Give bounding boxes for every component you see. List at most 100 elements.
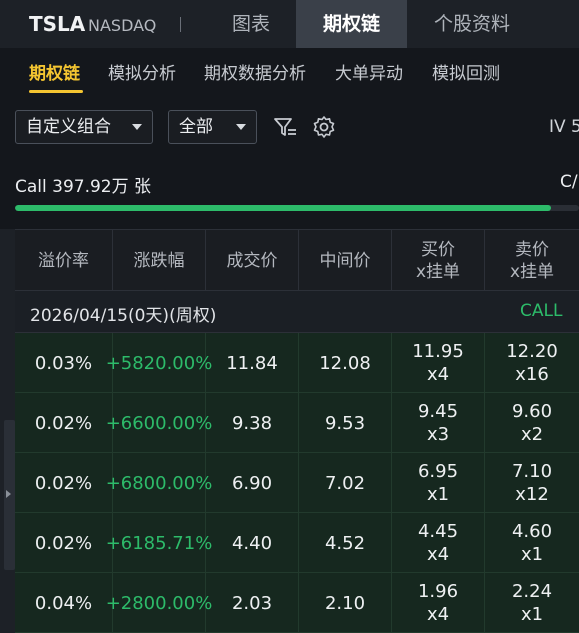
- cell-ask-value: 9.60: [511, 401, 553, 422]
- range-dropdown[interactable]: 全部: [168, 110, 257, 144]
- table-row[interactable]: 0.03% +5820.00% 11.84 12.08 11.95 x4 12.20 x16: [15, 333, 579, 393]
- header-premium[interactable]: 溢价率: [15, 230, 113, 292]
- subtab-option-chain[interactable]: 期权链: [29, 59, 80, 84]
- cell-premium[interactable]: 0.02%: [15, 513, 113, 573]
- cell-ask[interactable]: 9.60 x2: [485, 393, 579, 453]
- expiry-group-row[interactable]: 2026/04/15(0天)(周权) CALL: [15, 291, 579, 333]
- tab-company-info[interactable]: 个股资料: [407, 0, 537, 48]
- cell-last-price[interactable]: 9.38: [206, 393, 299, 453]
- cell-mid-price[interactable]: 2.10: [299, 573, 392, 633]
- filter-icon[interactable]: [272, 113, 298, 141]
- cell-ask-value: 7.10: [511, 461, 553, 482]
- subtab-backtest[interactable]: 模拟回测: [432, 59, 500, 84]
- cell-bid[interactable]: 6.95 x1: [392, 453, 485, 513]
- cell-change[interactable]: +2800.00%: [106, 573, 212, 633]
- cell-premium-value: 0.02%: [34, 412, 93, 434]
- cell-mid-price-value: 4.52: [324, 532, 366, 554]
- cell-ask[interactable]: 2.24 x1: [485, 573, 579, 633]
- header-change[interactable]: 涨跌幅: [113, 230, 206, 292]
- header-last-price[interactable]: 成交价: [206, 230, 299, 292]
- cell-bid-value: x4: [426, 604, 450, 625]
- header-ask[interactable]: 卖价 x挂单: [485, 230, 579, 292]
- tab-option-chain[interactable]: 期权链: [296, 0, 407, 48]
- ticker-symbol: TSLA: [29, 12, 86, 36]
- header-bid[interactable]: 买价 x挂单: [392, 230, 485, 292]
- gear-icon[interactable]: [311, 113, 337, 141]
- cell-premium[interactable]: 0.04%: [15, 573, 113, 633]
- call-volume-text: Call 397.92万 张: [15, 177, 152, 197]
- sub-navigation: 期权链 模拟分析 期权数据分析 大单异动 模拟回测: [0, 48, 579, 94]
- cell-ask-value: 12.20: [506, 341, 558, 362]
- cell-bid-value: x4: [426, 364, 450, 385]
- cell-change-value: +6600.00%: [105, 412, 213, 434]
- table-row[interactable]: 0.02% +6800.00% 6.90 7.02 6.95 x1 7.10 x12: [15, 453, 579, 513]
- cell-ask-value: x16: [515, 364, 549, 385]
- cell-premium[interactable]: 0.02%: [15, 453, 113, 513]
- cell-last-price[interactable]: 6.90: [206, 453, 299, 513]
- cell-bid-value: 6.95: [417, 461, 459, 482]
- cell-mid-price-value: 2.10: [324, 592, 366, 614]
- cell-ask-value: 2.24: [511, 581, 553, 602]
- cell-change[interactable]: +5820.00%: [106, 333, 212, 393]
- cell-mid-price[interactable]: 4.52: [299, 513, 392, 573]
- caret-down-icon: [132, 124, 142, 130]
- subtab-option-data[interactable]: 期权数据分析: [204, 59, 306, 84]
- cell-change[interactable]: +6185.71%: [106, 513, 212, 573]
- exchange-name: NASDAQ: [88, 16, 157, 35]
- table-row[interactable]: 0.04% +2800.00% 2.03 2.10 1.96 x4 2.24 x1: [15, 573, 579, 633]
- cell-change-value: +2800.00%: [105, 592, 213, 614]
- cell-mid-price[interactable]: 7.02: [299, 453, 392, 513]
- table-header: 溢价率 涨跌幅 成交价 中间价 买价 x挂单 卖价 x挂单: [15, 229, 579, 292]
- cell-premium[interactable]: 0.03%: [15, 333, 113, 393]
- cell-change[interactable]: +6800.00%: [106, 453, 212, 513]
- cell-change-value: +6185.71%: [105, 532, 213, 554]
- cell-premium-value: 0.03%: [34, 352, 93, 374]
- expand-arrow-icon[interactable]: [6, 490, 11, 498]
- cell-ask-value: x2: [520, 424, 544, 445]
- cell-bid[interactable]: 11.95 x4: [392, 333, 485, 393]
- option-chain-table: 溢价率 涨跌幅 成交价 中间价 买价 x挂单 卖价 x挂单 2026/04/15(0…: [15, 229, 579, 633]
- range-dropdown-value: 全部: [179, 117, 213, 137]
- caret-down-icon: [236, 124, 246, 130]
- iv-label: IV 5: [549, 117, 579, 137]
- cell-bid-value: x4: [426, 544, 450, 565]
- cell-change[interactable]: +6600.00%: [106, 393, 212, 453]
- table-row[interactable]: 0.02% +6185.71% 4.40 4.52 4.45 x4 4.60 x1: [15, 513, 579, 573]
- cell-mid-price-value: 7.02: [324, 472, 366, 494]
- cell-ask[interactable]: 12.20 x16: [485, 333, 579, 393]
- cell-premium[interactable]: 0.02%: [15, 393, 113, 453]
- top-header: TSLA NASDAQ 图表 期权链 个股资料: [0, 0, 579, 48]
- cell-last-price-value: 11.84: [226, 352, 278, 374]
- cell-premium-value: 0.02%: [34, 472, 93, 494]
- cell-bid[interactable]: 9.45 x3: [392, 393, 485, 453]
- cell-bid-value: x3: [426, 424, 450, 445]
- cell-bid[interactable]: 1.96 x4: [392, 573, 485, 633]
- expiry-date: 2026/04/15(0天)(周权): [30, 306, 217, 326]
- cell-bid[interactable]: 4.45 x4: [392, 513, 485, 573]
- cell-ask[interactable]: 4.60 x1: [485, 513, 579, 573]
- table-row[interactable]: 0.02% +6600.00% 9.38 9.53 9.45 x3 9.60 x2: [15, 393, 579, 453]
- cell-bid-value: x1: [426, 484, 450, 505]
- combo-dropdown[interactable]: 自定义组合: [15, 110, 153, 144]
- cell-ask-value: x1: [520, 604, 544, 625]
- cell-last-price[interactable]: 4.40: [206, 513, 299, 573]
- cell-mid-price-value: 9.53: [324, 412, 366, 434]
- header-mid-price[interactable]: 中间价: [299, 230, 392, 292]
- cell-ask-value: x12: [515, 484, 549, 505]
- cell-ask-value: x1: [520, 544, 544, 565]
- cell-last-price[interactable]: 2.03: [206, 573, 299, 633]
- cell-ask[interactable]: 7.10 x12: [485, 453, 579, 513]
- cell-bid-value: 9.45: [417, 401, 459, 422]
- cell-last-price[interactable]: 11.84: [206, 333, 299, 393]
- cell-last-price-value: 4.40: [231, 532, 273, 554]
- cell-bid-value: 1.96: [417, 581, 459, 602]
- subtab-unusual-activity[interactable]: 大单异动: [335, 59, 403, 84]
- cell-mid-price[interactable]: 12.08: [299, 333, 392, 393]
- cell-last-price-value: 9.38: [231, 412, 273, 434]
- tab-chart[interactable]: 图表: [206, 0, 296, 48]
- subtab-simulation[interactable]: 模拟分析: [108, 59, 176, 84]
- combo-dropdown-value: 自定义组合: [26, 117, 111, 137]
- cell-mid-price[interactable]: 9.53: [299, 393, 392, 453]
- header-divider: [180, 17, 181, 32]
- cell-last-price-value: 6.90: [231, 472, 273, 494]
